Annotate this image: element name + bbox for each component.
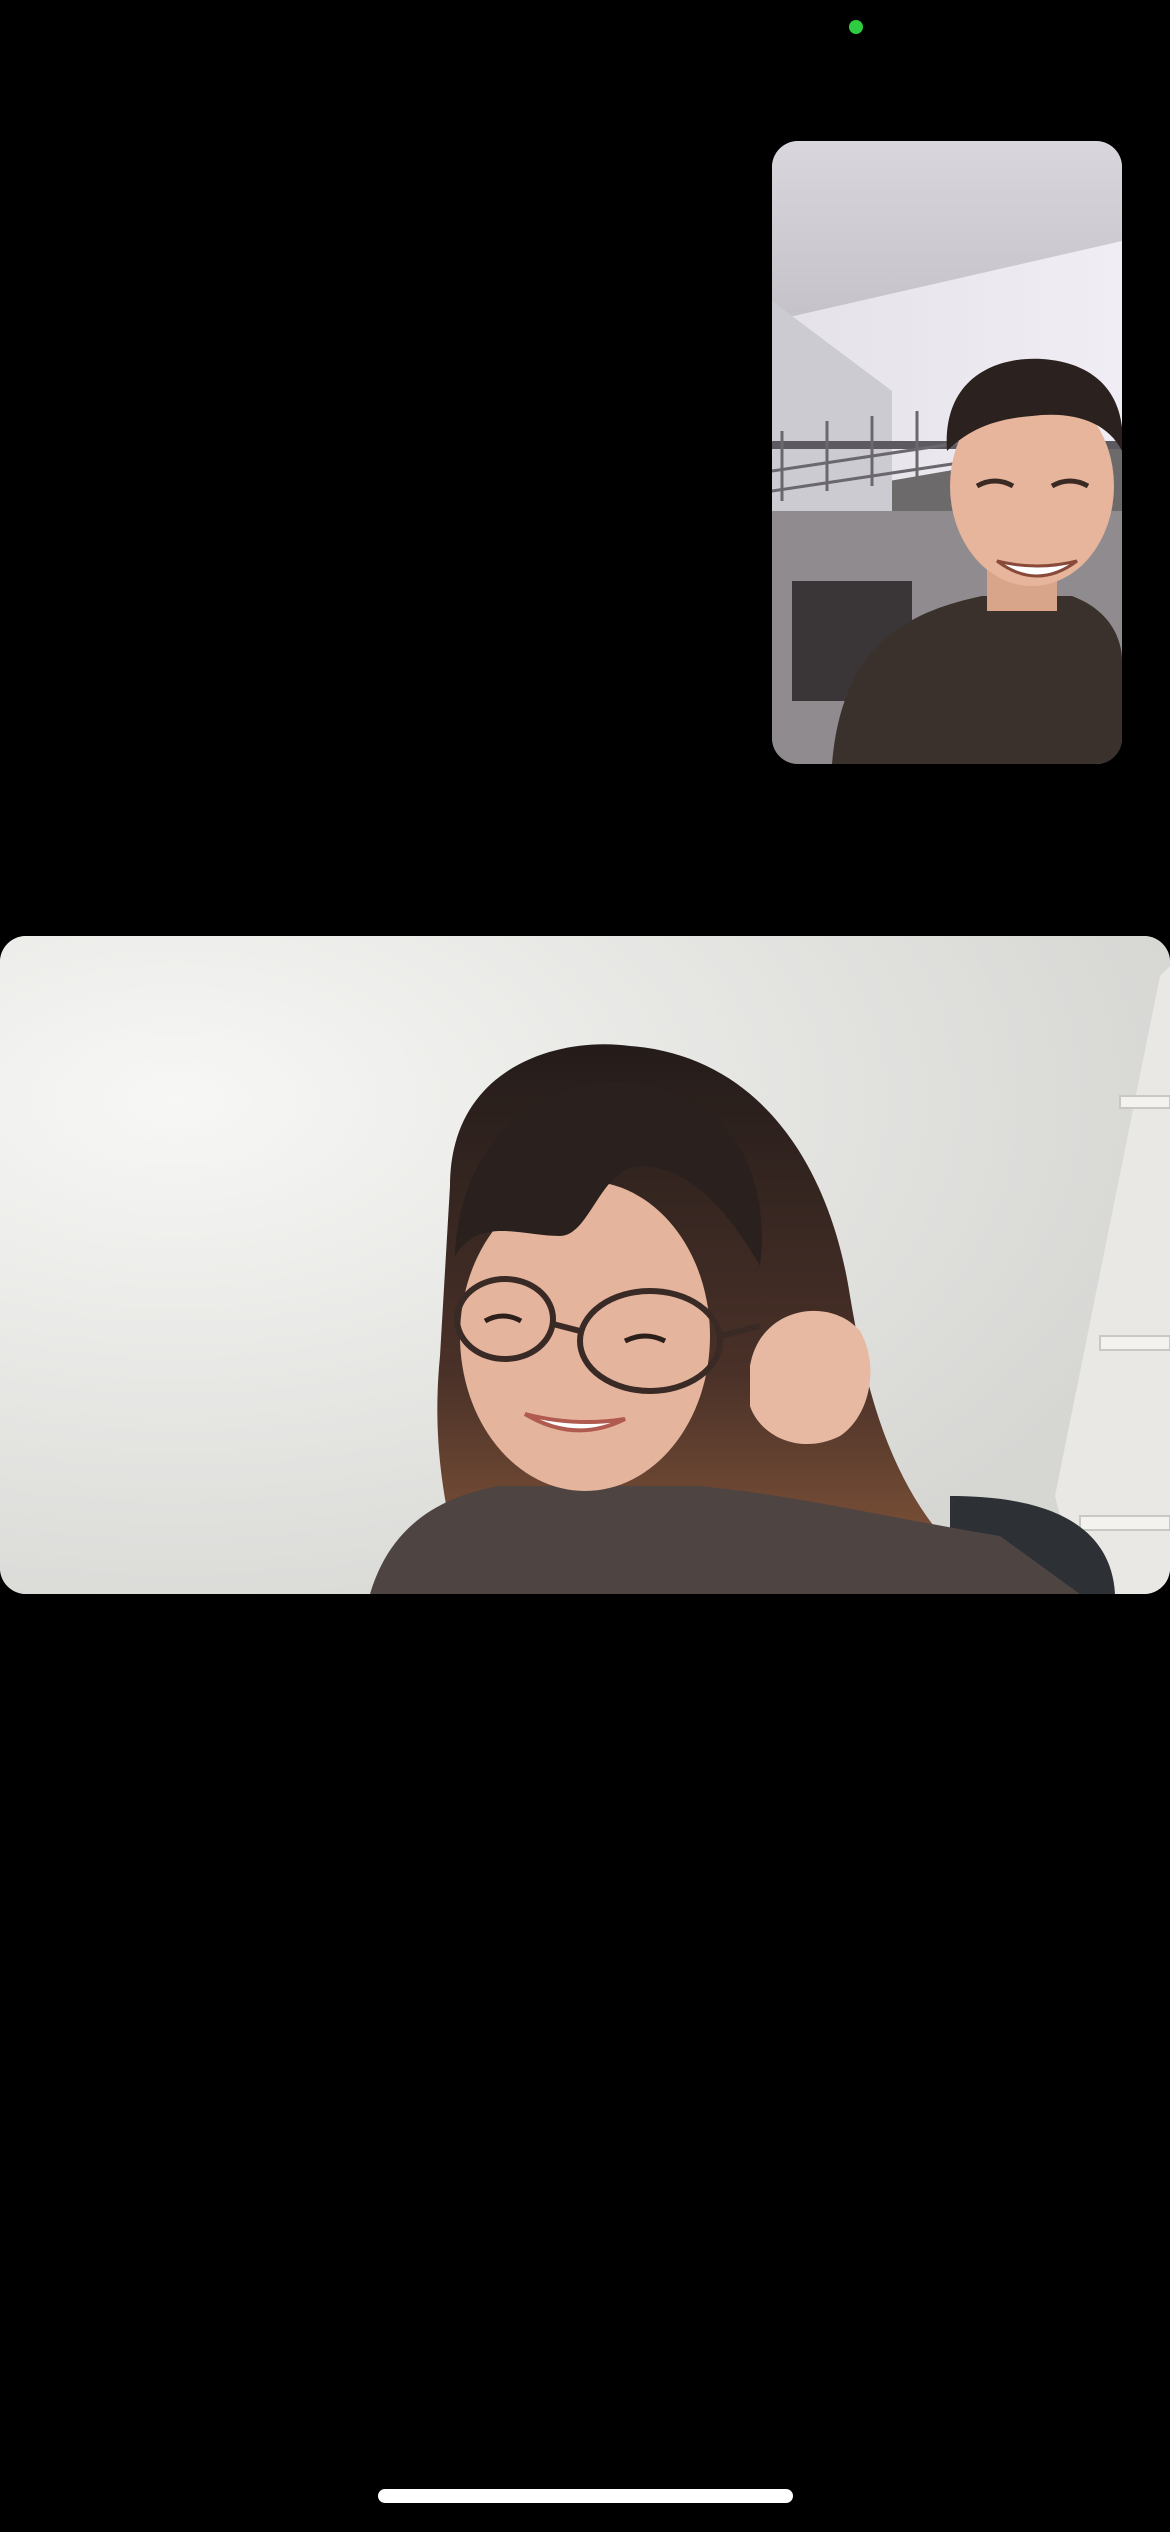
remote-participant-feed [0, 936, 1170, 1594]
self-view-video-tile[interactable] [772, 141, 1122, 764]
self-view-feed [772, 141, 1122, 764]
video-call-screen [0, 0, 1170, 2532]
remote-participant-video-tile[interactable] [0, 936, 1170, 1594]
camera-in-use-indicator [849, 20, 863, 34]
home-indicator-bar[interactable] [378, 2489, 793, 2503]
